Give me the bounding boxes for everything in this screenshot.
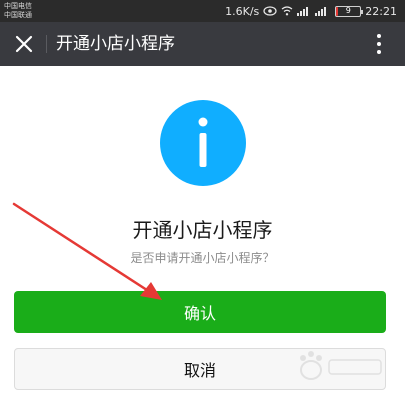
carrier-1: 中国电信 [4, 2, 32, 10]
status-right: 1.6K/s 9 22:21 [225, 0, 397, 22]
status-bar: 中国电信 中国联通 1.6K/s 9 22:21 [0, 0, 405, 22]
more-vertical-icon [377, 34, 381, 38]
signal-icon-1 [297, 6, 311, 16]
network-speed: 1.6K/s [225, 4, 260, 18]
dialog-title: 开通小店小程序 [132, 218, 273, 242]
carrier-info: 中国电信 中国联通 [4, 2, 32, 20]
signal-icon-2 [315, 6, 329, 16]
info-icon [160, 100, 246, 186]
battery-text: 9 [345, 5, 351, 15]
eye-icon [263, 6, 277, 16]
close-button[interactable] [10, 30, 38, 58]
close-icon [15, 35, 33, 53]
carrier-2: 中国联通 [4, 11, 32, 19]
title-bar: 开通小店小程序 [0, 22, 405, 66]
more-button[interactable] [369, 32, 389, 56]
more-dot [377, 50, 381, 54]
cancel-button-label: 取消 [183, 361, 216, 380]
confirm-button-label: 确认 [183, 304, 216, 323]
clock: 22:21 [365, 4, 397, 18]
battery-icon: 9 [335, 5, 364, 17]
page-title: 开通小店小程序 [56, 34, 175, 54]
watermark-logo [300, 351, 382, 380]
dialog-subtitle: 是否申请开通小店小程序？ [130, 251, 275, 265]
confirm-button[interactable]: 确认 [14, 291, 386, 333]
wifi-icon [281, 6, 293, 16]
more-dot [377, 42, 381, 46]
title-divider [46, 35, 47, 53]
